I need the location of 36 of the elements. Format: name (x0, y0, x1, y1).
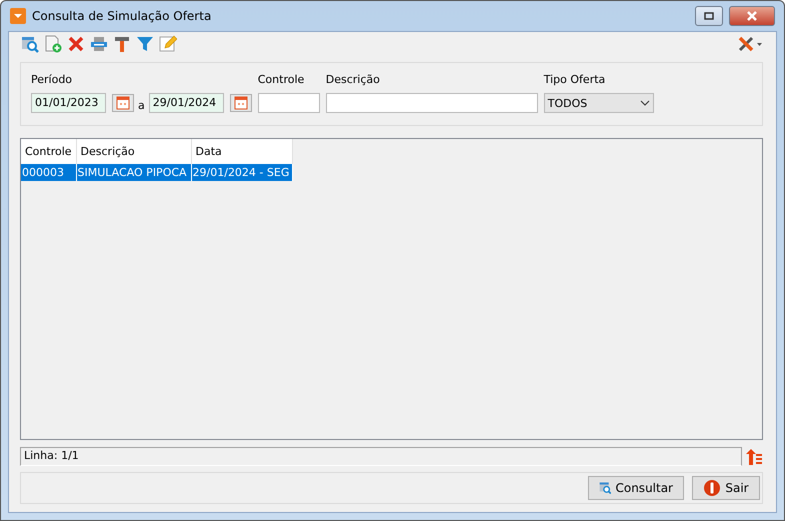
sort-icon[interactable] (745, 448, 763, 466)
calendar-icon[interactable] (112, 94, 134, 112)
input-field[interactable] (326, 93, 538, 113)
app-icon (10, 8, 26, 24)
chevron-down-icon (640, 100, 650, 106)
power-icon (703, 479, 722, 497)
exit-button[interactable]: Sair (692, 476, 760, 500)
restore-button[interactable] (695, 6, 723, 26)
search-button[interactable]: Consultar (588, 476, 684, 500)
date-field[interactable]: 01/01/2023 (31, 93, 106, 113)
column-header[interactable]: Data (191, 139, 292, 164)
add-document-icon[interactable] (44, 35, 62, 53)
calendar-icon[interactable] (230, 94, 252, 112)
edit-icon[interactable] (159, 35, 177, 53)
field-label: Descrição (326, 73, 381, 87)
field-label: Período (31, 73, 74, 87)
date-field[interactable]: 29/01/2024 (148, 93, 224, 113)
field-label: Tipo Oferta (544, 73, 606, 87)
field-label: Controle (258, 73, 306, 87)
filter-icon[interactable] (136, 35, 154, 53)
dropdown[interactable]: TODOS (544, 93, 654, 113)
table-cell: SIMULACAO PIPOCA (76, 164, 192, 181)
delete-icon[interactable] (67, 35, 85, 53)
column-header[interactable]: Descrição (76, 139, 192, 164)
window-title: Consulta de Simulação Oferta (32, 9, 212, 23)
search-icon[interactable] (21, 35, 39, 53)
input-field[interactable] (258, 93, 320, 113)
close-button[interactable] (729, 6, 775, 26)
table-cell: 29/01/2024 - SEG (191, 164, 292, 181)
column-header[interactable]: Controle (21, 139, 76, 164)
restore-icon (704, 12, 714, 20)
table-cell: 000003 (21, 164, 76, 181)
close-icon (746, 11, 758, 21)
separator-text: a (138, 99, 145, 112)
printer-icon[interactable] (90, 35, 108, 53)
status-text: Linha: 1/1 (20, 447, 742, 466)
